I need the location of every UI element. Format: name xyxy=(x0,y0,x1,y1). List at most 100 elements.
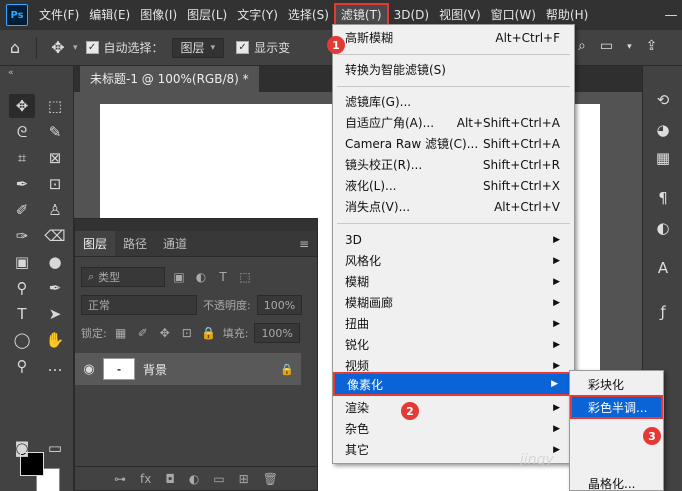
layer-row-background[interactable]: ◉ ▬ 背景 🔒 xyxy=(75,353,301,385)
dodge-tool-icon[interactable]: ⚲ xyxy=(9,276,35,300)
callout-badge: 3 xyxy=(643,427,661,445)
fx-icon[interactable]: fx xyxy=(140,472,151,486)
adjustment-layer-icon[interactable]: ◐ xyxy=(189,472,199,486)
fill-field[interactable]: 100% xyxy=(254,323,300,343)
menu-edit[interactable]: 编辑(E) xyxy=(84,3,135,27)
submenu-item-crystallize[interactable]: 晶格化... xyxy=(570,475,663,491)
zoom-tool-icon[interactable]: ⚲ xyxy=(9,354,35,378)
minimize-icon[interactable]: — xyxy=(660,8,682,23)
new-layer-icon[interactable]: ⊞ xyxy=(239,472,249,486)
stamp-tool-icon[interactable]: ♙ xyxy=(42,198,68,222)
history-brush-icon[interactable]: ✑ xyxy=(9,224,35,248)
menu-item-render[interactable]: 渲染 ▶ xyxy=(333,397,574,418)
mask-icon[interactable]: ◘ xyxy=(165,472,175,486)
menu-file[interactable]: 文件(F) xyxy=(34,3,84,27)
kind-filter-dropdown[interactable]: ⌕ 类型 xyxy=(81,267,165,287)
show-transform-checkbox[interactable]: ✓ xyxy=(236,41,250,54)
tab-paths[interactable]: 路径 xyxy=(115,231,155,256)
history-icon[interactable]: ⟲ xyxy=(651,88,675,112)
menu-item-stylize[interactable]: 风格化 ▶ xyxy=(333,250,574,271)
submenu-item-color-halftone[interactable]: 彩色半调... xyxy=(570,395,663,419)
chevron-down-icon[interactable]: ▾ xyxy=(627,38,632,56)
path-select-icon[interactable]: ➤ xyxy=(42,302,68,326)
menu-item-blur[interactable]: 模糊 ▶ xyxy=(333,271,574,292)
link-icon[interactable]: ⊶ xyxy=(114,472,126,486)
submenu-item-facet[interactable]: 彩块化 xyxy=(570,374,663,395)
menu-item-camera-raw[interactable]: Camera Raw 滤镜(C)... Shift+Ctrl+A xyxy=(333,133,574,154)
paragraph-icon[interactable]: ¶ xyxy=(651,186,675,210)
menu-layer[interactable]: 图层(L) xyxy=(182,3,232,27)
lock-pixels-icon[interactable]: ▦ xyxy=(113,325,129,341)
menu-item-shortcut: Shift+Ctrl+R xyxy=(482,157,560,172)
marquee-tool-icon[interactable]: ⬚ xyxy=(42,94,68,118)
eye-icon[interactable]: ◉ xyxy=(75,362,103,377)
chevron-right-icon: ▶ xyxy=(553,276,560,287)
quick-select-icon[interactable]: ✎ xyxy=(42,120,68,144)
menu-image[interactable]: 图像(I) xyxy=(135,3,182,27)
folder-icon[interactable]: ▭ xyxy=(213,472,224,486)
lock-brush-icon[interactable]: ✐ xyxy=(135,325,151,341)
menu-item-convert-smart-filter[interactable]: 转换为智能滤镜(S) xyxy=(333,59,574,80)
swatches-icon[interactable]: ▦ xyxy=(651,146,675,170)
opacity-field[interactable]: 100% xyxy=(256,295,303,315)
auto-select-dropdown[interactable]: 图层 ▾ xyxy=(171,37,225,58)
patch-tool-icon[interactable]: ⊡ xyxy=(42,172,68,196)
menu-item-3d[interactable]: 3D ▶ xyxy=(333,229,574,250)
screen-mode-icon[interactable]: ▭ xyxy=(42,436,68,460)
crop-tool-icon[interactable]: ⌗ xyxy=(9,146,35,170)
lock-artboard-icon[interactable]: ⊡ xyxy=(179,325,195,341)
move-tool-icon[interactable]: ✥ xyxy=(43,38,73,57)
menu-select[interactable]: 选择(S) xyxy=(283,3,334,27)
type-tool-icon[interactable]: T xyxy=(9,302,35,326)
menu-item-distort[interactable]: 扭曲 ▶ xyxy=(333,313,574,334)
styles-icon[interactable]: ƒ xyxy=(651,300,675,324)
blend-mode-dropdown[interactable]: 正常 xyxy=(81,295,197,315)
lock-position-icon[interactable]: ✥ xyxy=(157,325,173,341)
workspace-icon[interactable]: ▭ xyxy=(600,38,613,56)
shape-filter-icon[interactable]: ⬚ xyxy=(237,269,253,285)
character-icon[interactable]: A xyxy=(651,256,675,280)
menu-item-sharpen[interactable]: 锐化 ▶ xyxy=(333,334,574,355)
pixel-filter-icon[interactable]: ▣ xyxy=(171,269,187,285)
menu-item-blur-gallery[interactable]: 模糊画廊 ▶ xyxy=(333,292,574,313)
hand-tool-icon[interactable]: ✋ xyxy=(42,328,68,352)
lasso-tool-icon[interactable]: ᘓ xyxy=(9,120,35,144)
quick-mask-icon[interactable]: ◙ xyxy=(9,436,35,460)
chevron-down-icon[interactable]: ▾ xyxy=(73,43,78,53)
frame-tool-icon[interactable]: ⊠ xyxy=(42,146,68,170)
document-tab[interactable]: 未标题-1 @ 100%(RGB/8) * xyxy=(80,66,259,92)
collapse-icon[interactable]: « xyxy=(8,68,14,78)
adjustment-filter-icon[interactable]: ◐ xyxy=(193,269,209,285)
eyedropper-icon[interactable]: ✒ xyxy=(9,172,35,196)
eraser-icon[interactable]: ⌫ xyxy=(42,224,68,248)
adjustments-icon[interactable]: ◐ xyxy=(651,216,675,240)
move-tool-icon[interactable]: ✥ xyxy=(9,94,35,118)
lock-all-icon[interactable]: 🔒 xyxy=(201,325,217,341)
home-icon[interactable]: ⌂ xyxy=(0,38,30,57)
menu-item-filter-gallery[interactable]: 滤镜库(G)... xyxy=(333,91,574,112)
auto-select-checkbox[interactable]: ✓ xyxy=(85,41,99,54)
menu-item-gaussian-blur[interactable]: 高斯模糊 Alt+Ctrl+F xyxy=(333,27,574,48)
search-icon[interactable]: ⌕ xyxy=(578,38,586,56)
panel-menu-icon[interactable]: ≡ xyxy=(291,231,317,256)
menu-item-adaptive-wide-angle[interactable]: 自适应广角(A)... Alt+Shift+Ctrl+A xyxy=(333,112,574,133)
more-tools-icon[interactable]: … xyxy=(42,354,68,378)
color-palette-icon[interactable]: ◕ xyxy=(651,118,675,142)
tab-channels[interactable]: 通道 xyxy=(155,231,195,256)
menu-item-label: Camera Raw 滤镜(C)... xyxy=(345,137,479,151)
ellipse-tool-icon[interactable]: ◯ xyxy=(9,328,35,352)
trash-icon[interactable]: 🗑 xyxy=(263,472,278,486)
menu-item-vanishing-point[interactable]: 消失点(V)... Alt+Ctrl+V xyxy=(333,196,574,217)
blur-tool-icon[interactable]: ● xyxy=(42,250,68,274)
share-icon[interactable]: ⇪ xyxy=(646,38,658,56)
menu-item-pixelate[interactable]: 像素化 ▶ xyxy=(333,372,574,396)
type-filter-icon[interactable]: T xyxy=(215,269,231,285)
menu-type[interactable]: 文字(Y) xyxy=(232,3,283,27)
gradient-tool-icon[interactable]: ▣ xyxy=(9,250,35,274)
brush-tool-icon[interactable]: ✐ xyxy=(9,198,35,222)
menu-item-lens-correction[interactable]: 镜头校正(R)... Shift+Ctrl+R xyxy=(333,154,574,175)
pen-tool-icon[interactable]: ✒ xyxy=(42,276,68,300)
menu-item-noise[interactable]: 杂色 ▶ xyxy=(333,418,574,439)
menu-item-liquify[interactable]: 液化(L)... Shift+Ctrl+X xyxy=(333,175,574,196)
tab-layers[interactable]: 图层 xyxy=(75,231,116,256)
